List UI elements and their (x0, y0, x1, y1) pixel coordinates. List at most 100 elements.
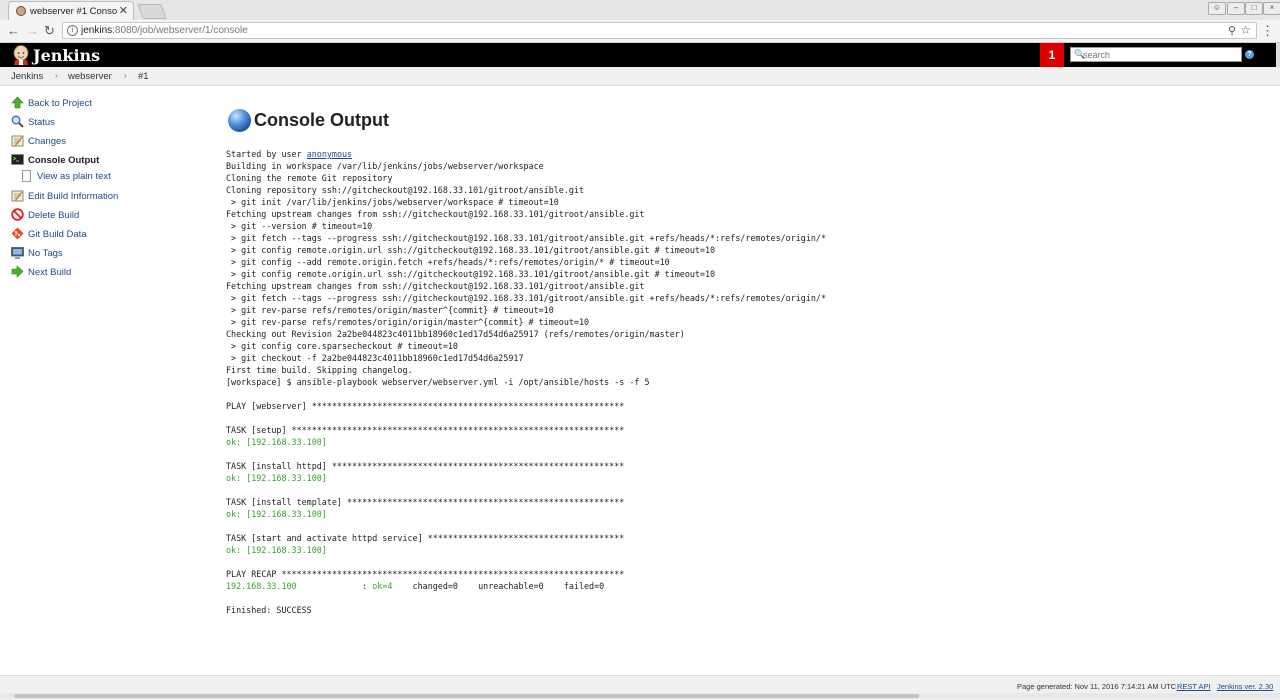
console-line: > git config --add remote.origin.fetch +… (226, 257, 670, 267)
console-line: Cloning the remote Git repository (226, 173, 393, 183)
terminal-icon (11, 154, 24, 165)
console-started-line: Started by user anonymous (226, 148, 1266, 160)
help-icon[interactable]: ? (1245, 50, 1254, 59)
console-output: Started by user anonymous Building in wo… (226, 148, 1266, 618)
reload-icon[interactable]: ↻ (44, 23, 55, 38)
url-text: jenkins:8080/job/webserver/1/console (81, 25, 248, 36)
browser-menu-icon[interactable]: ⋮ (1261, 23, 1274, 39)
breadcrumb-build[interactable]: #1 (138, 71, 149, 82)
jenkins-butler-logo-icon[interactable] (12, 45, 30, 65)
console-line: TASK [install template] ****************… (226, 497, 625, 507)
magnifier-icon (11, 115, 24, 128)
console-line: TASK [start and activate httpd service] … (226, 533, 625, 543)
console-line: Checking out Revision 2a2be044823c4011bb… (226, 329, 685, 339)
up-arrow-icon (11, 96, 24, 109)
horizontal-scrollbar[interactable] (0, 693, 1280, 699)
console-line: > git rev-parse refs/remotes/origin/orig… (226, 317, 590, 327)
page-title: Console Output (254, 110, 389, 130)
recap-ok: ok=4 (372, 581, 393, 591)
breadcrumb-jenkins[interactable]: Jenkins (11, 71, 43, 82)
sidebar-item-label: Next Build (28, 267, 72, 278)
breadcrumb-separator-icon[interactable]: › (124, 71, 127, 80)
rest-api-link[interactable]: REST API (1177, 682, 1211, 691)
recap-separator: : (296, 581, 373, 591)
forward-arrow-icon[interactable]: → (26, 23, 39, 38)
console-line: ok: [192.168.33.100] (226, 545, 327, 555)
monitor-icon (11, 247, 24, 259)
console-line: > git fetch --tags --progress ssh://gitc… (226, 293, 827, 303)
jenkins-brand[interactable]: Jenkins (33, 46, 100, 65)
bookmark-star-icon[interactable]: ☆ (1240, 23, 1251, 37)
notification-badge[interactable]: 1 (1040, 43, 1064, 67)
jenkins-header: Jenkins 1 🔍 ? (0, 43, 1280, 67)
browser-tab-strip: webserver #1 Conso ✕ ☺ – □ × (0, 0, 1280, 21)
console-line: ok: [192.168.33.100] (226, 473, 327, 483)
zoom-icon[interactable]: ⚲ (1228, 24, 1236, 37)
console-line: TASK [install httpd] *******************… (226, 461, 625, 471)
search-box: 🔍 (1070, 47, 1242, 62)
sidebar-item-label: Edit Build Information (28, 191, 119, 202)
right-arrow-icon (11, 265, 24, 278)
console-line: TASK [setup] ***************************… (226, 425, 625, 435)
sidebar-item-label: Back to Project (28, 98, 92, 109)
sidebar-item-label: Git Build Data (28, 229, 87, 240)
notepad-icon (11, 135, 24, 147)
console-line: Fetching upstream changes from ssh://git… (226, 209, 645, 219)
console-line: ok: [192.168.33.100] (226, 437, 327, 447)
console-line: > git config remote.origin.url ssh://git… (226, 269, 716, 279)
minimize-window-button[interactable]: – (1227, 2, 1245, 15)
console-line: Building in workspace /var/lib/jenkins/j… (226, 161, 544, 171)
finished-line: Finished: SUCCESS (226, 605, 312, 615)
sidebar-item-label: Changes (28, 136, 67, 147)
console-line: > git --version # timeout=10 (226, 221, 373, 231)
console-line: First time build. Skipping changelog. (226, 365, 413, 375)
vertical-scrollbar[interactable] (1276, 43, 1280, 67)
console-line: Fetching upstream changes from ssh://git… (226, 281, 645, 291)
back-arrow-icon[interactable]: ← (7, 23, 20, 38)
console-line: PLAY [webserver] ***********************… (226, 401, 625, 411)
breadcrumb-separator-icon[interactable]: › (55, 71, 58, 80)
url-path: :8080/job/webserver/1/console (112, 25, 248, 36)
close-window-button[interactable]: × (1263, 2, 1280, 15)
recap-stats: changed=0 unreachable=0 failed=0 (392, 581, 605, 591)
console-line: > git config remote.origin.url ssh://git… (226, 245, 716, 255)
site-info-icon[interactable]: i (67, 25, 78, 36)
scrollbar-thumb[interactable] (14, 694, 919, 698)
console-line: PLAY RECAP *****************************… (226, 569, 625, 579)
document-icon (22, 170, 31, 182)
browser-tab[interactable]: webserver #1 Conso ✕ (8, 1, 134, 20)
jenkins-version-link[interactable]: Jenkins ver. 2.30 (1217, 682, 1273, 691)
recap-host: 192.168.33.100 (226, 581, 297, 591)
console-line: ok: [192.168.33.100] (226, 509, 327, 519)
url-input[interactable]: i jenkins:8080/job/webserver/1/console ⚲… (62, 22, 1257, 39)
no-entry-icon (11, 208, 24, 221)
notepad-edit-icon (11, 190, 24, 202)
recap-line: 192.168.33.100 : ok=4 changed=0 unreacha… (226, 580, 1266, 592)
console-line: [workspace] $ ansible-playbook webserver… (226, 377, 650, 387)
console-log-lines: Building in workspace /var/lib/jenkins/j… (226, 160, 1266, 580)
breadcrumb: Jenkins › webserver › #1 (0, 67, 1280, 86)
git-icon (11, 227, 24, 240)
search-input[interactable] (1083, 48, 1238, 61)
address-bar: ← → ↻ i jenkins:8080/job/webserver/1/con… (0, 20, 1280, 43)
console-orb-icon (228, 109, 251, 132)
sidebar-item-label: Status (28, 117, 55, 128)
console-line: > git rev-parse refs/remotes/origin/mast… (226, 305, 554, 315)
user-profile-icon[interactable]: ☺ (1208, 2, 1226, 15)
user-link[interactable]: anonymous (307, 149, 352, 159)
new-tab-button[interactable] (137, 4, 167, 19)
console-line: > git config core.sparsecheckout # timeo… (226, 341, 458, 351)
maximize-window-button[interactable]: □ (1245, 2, 1263, 15)
breadcrumb-webserver[interactable]: webserver (68, 71, 112, 82)
sidebar-item-label: No Tags (28, 248, 63, 259)
tab-close-icon[interactable]: ✕ (119, 4, 128, 17)
console-line: > git checkout -f 2a2be044823c4011bb1896… (226, 353, 524, 363)
console-line: > git fetch --tags --progress ssh://gitc… (226, 233, 827, 243)
url-host: jenkins (81, 25, 113, 36)
